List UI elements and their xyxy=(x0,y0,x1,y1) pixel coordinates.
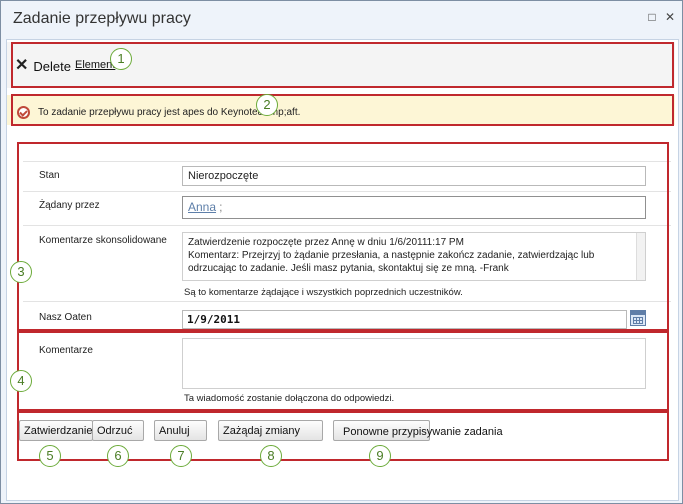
row-divider xyxy=(23,161,671,162)
approve-button[interactable]: Zatwierdzanie xyxy=(19,420,93,441)
reassign-task-label: Ponowne przypisywanie zadania xyxy=(343,426,503,438)
due-date-value: 1/9/2011 xyxy=(187,313,240,326)
requested-by-name[interactable]: Anna xyxy=(188,200,216,214)
consolidated-comments-label: Komentarze skonsolidowane xyxy=(39,235,167,246)
dialog-titlebar: Zadanie przepływu pracy □ ✕ xyxy=(1,1,682,37)
cancel-button[interactable]: Anuluj xyxy=(154,420,207,441)
due-date-input[interactable]: 1/9/2011 xyxy=(182,310,627,329)
maximize-icon[interactable]: □ xyxy=(646,11,658,23)
status-value: Nierozpoczęte xyxy=(188,170,259,182)
close-icon[interactable]: ✕ xyxy=(664,11,676,23)
callout-9: 9 xyxy=(369,445,391,467)
callout-7: 7 xyxy=(170,445,192,467)
consolidated-comments-text: Zatwierdzenie rozpoczęte przez Annę w dn… xyxy=(188,237,595,274)
row-divider xyxy=(23,225,671,226)
requested-by-field[interactable]: Anna ; xyxy=(182,196,646,219)
row-divider xyxy=(23,191,671,192)
callout-3: 3 xyxy=(10,261,32,283)
status-field: Nierozpoczęte xyxy=(182,166,646,186)
callout-8: 8 xyxy=(260,445,282,467)
delete-label: Delete xyxy=(33,58,71,74)
delete-element-button[interactable]: ✕ Delete xyxy=(15,56,71,76)
people-separator: ; xyxy=(219,200,223,214)
comments-scrollbar[interactable] xyxy=(636,233,645,280)
delete-x-icon: ✕ xyxy=(15,57,29,74)
calendar-icon[interactable] xyxy=(630,310,646,326)
callout-4: 4 xyxy=(10,370,32,392)
request-change-button[interactable]: Zażądaj zmiany xyxy=(218,420,323,441)
callout-6: 6 xyxy=(107,445,129,467)
callout-1: 1 xyxy=(110,48,132,70)
requested-by-label: Żądany przez xyxy=(39,200,100,211)
reject-button[interactable]: Odrzuć xyxy=(92,420,144,441)
due-date-label: Nasz Oaten xyxy=(39,312,92,323)
callout-5: 5 xyxy=(39,445,61,467)
callout-2: 2 xyxy=(256,94,278,116)
comments-input[interactable] xyxy=(182,338,646,389)
comments-label: Komentarze xyxy=(39,345,93,356)
workflow-status-icon xyxy=(17,106,30,119)
consolidated-comments-note: Są to komentarze żądające i wszystkich p… xyxy=(184,287,463,298)
workflow-task-dialog: Zadanie przepływu pracy □ ✕ ✕ Delete Ele… xyxy=(0,0,683,504)
row-divider xyxy=(23,301,671,302)
dialog-title: Zadanie przepływu pracy xyxy=(13,10,191,27)
consolidated-comments-box: Zatwierdzenie rozpoczęte przez Annę w dn… xyxy=(182,232,646,281)
comments-note: Ta wiadomość zostanie dołączona do odpow… xyxy=(184,393,395,404)
status-label: Stan xyxy=(39,170,60,181)
